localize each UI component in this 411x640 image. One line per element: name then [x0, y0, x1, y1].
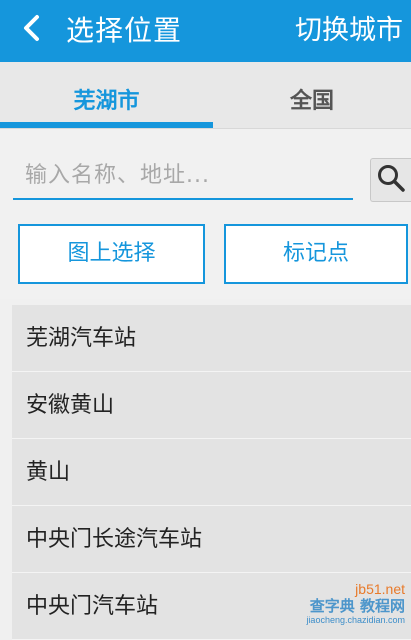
switch-city-button[interactable]: 切换城市 — [295, 0, 403, 62]
list-item[interactable]: 芜湖汽车站 — [12, 305, 411, 372]
list-item[interactable]: 安徽黄山 — [12, 372, 411, 439]
app-bar: 选择位置 切换城市 — [0, 0, 411, 62]
list-item[interactable]: 黄山 — [12, 439, 411, 506]
tab-wuhu[interactable]: 芜湖市 — [0, 62, 213, 128]
back-button[interactable] — [14, 12, 50, 48]
result-list: 芜湖汽车站 安徽黄山 黄山 中央门长途汽车站 中央门汽车站 — [12, 305, 411, 640]
list-item[interactable]: 中央门汽车站 — [12, 573, 411, 640]
active-tab-indicator — [0, 122, 213, 128]
map-select-button[interactable]: 图上选择 — [18, 224, 205, 284]
search-input[interactable] — [13, 152, 353, 200]
mark-point-button[interactable]: 标记点 — [224, 224, 408, 284]
chevron-left-icon — [21, 14, 43, 46]
tab-bar: 芜湖市 全国 — [0, 62, 411, 129]
search-icon — [376, 163, 406, 197]
page-title: 选择位置 — [66, 14, 183, 47]
tab-national[interactable]: 全国 — [213, 62, 411, 128]
search-button[interactable] — [370, 158, 411, 202]
list-item[interactable]: 中央门长途汽车站 — [12, 506, 411, 573]
